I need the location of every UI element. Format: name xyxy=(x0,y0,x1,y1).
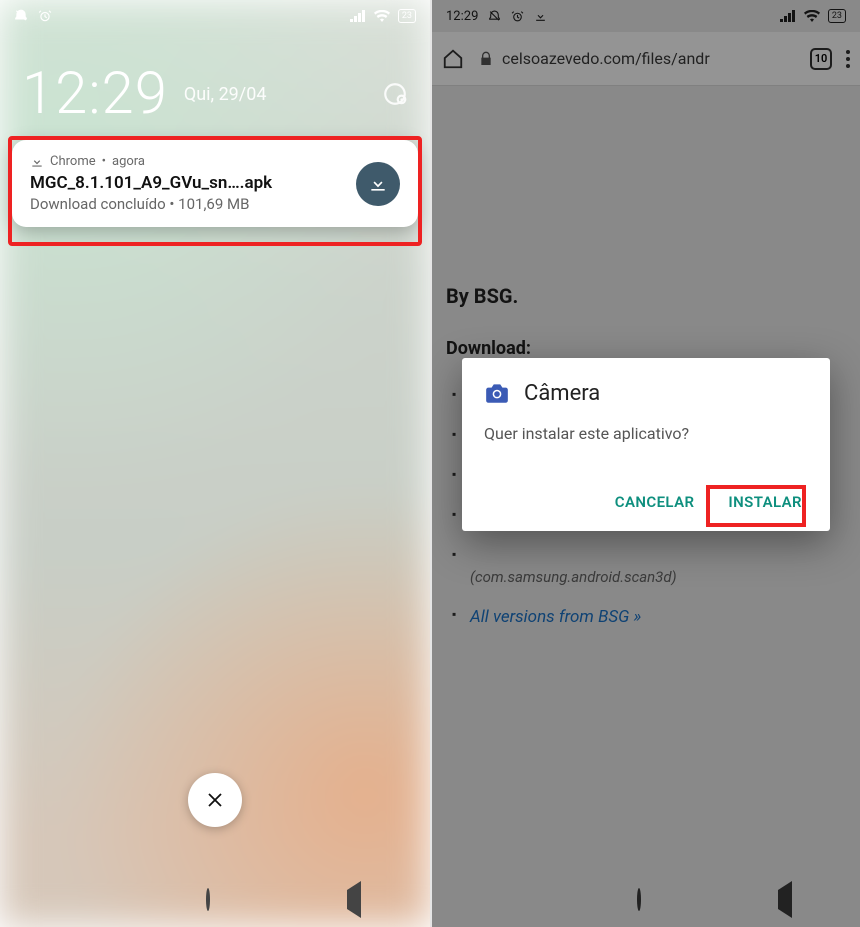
browser-pane: 12:29 23 xyxy=(430,0,860,927)
battery-level: 23 xyxy=(402,10,412,22)
notification-app: Chrome xyxy=(50,154,96,169)
navbar-left xyxy=(0,871,430,927)
notification-header: Chrome • agora xyxy=(30,154,344,169)
camera-icon xyxy=(484,380,510,406)
notification-title: MGC_8.1.101_A9_GVu_sn….apk xyxy=(30,173,344,193)
notification-content: Chrome • agora MGC_8.1.101_A9_GVu_sn….ap… xyxy=(30,154,344,213)
dismiss-notifications-button[interactable] xyxy=(188,773,242,827)
nav-back[interactable] xyxy=(347,890,361,909)
signal-icon xyxy=(350,10,366,22)
dialog-title-row: Câmera xyxy=(484,380,808,406)
nav-home[interactable] xyxy=(206,890,210,909)
notification-subtitle: Download concluído • 101,69 MB xyxy=(30,195,344,213)
lockscreen-clock: 12:29 xyxy=(22,60,168,128)
install-dialog: Câmera Quer instalar este aplicativo? CA… xyxy=(462,358,830,531)
download-icon xyxy=(30,155,44,169)
dialog-message: Quer instalar este aplicativo? xyxy=(484,424,808,443)
navbar-right xyxy=(432,871,860,927)
open-download-button[interactable] xyxy=(356,162,400,206)
lockscreen-clock-row: 12:29 Qui, 29/04 xyxy=(22,60,408,128)
alarm-icon xyxy=(38,9,52,23)
dialog-app-name: Câmera xyxy=(524,381,600,406)
cancel-button[interactable]: CANCELAR xyxy=(609,483,701,521)
dialog-actions: CANCELAR INSTALAR xyxy=(484,483,808,521)
nav-back[interactable] xyxy=(778,890,792,909)
download-notification[interactable]: Chrome • agora MGC_8.1.101_A9_GVu_sn….ap… xyxy=(12,140,418,227)
lockscreen-date: Qui, 29/04 xyxy=(184,84,267,105)
notification-when: agora xyxy=(112,154,145,169)
dnd-icon xyxy=(14,9,28,23)
notification-separator: • xyxy=(102,154,106,169)
statusbar-left: 23 xyxy=(0,0,430,32)
wifi-icon xyxy=(374,10,390,22)
smart-home-icon[interactable] xyxy=(382,81,408,107)
install-button[interactable]: INSTALAR xyxy=(722,483,808,521)
lockscreen-pane: 23 12:29 Qui, 29/04 Chrome • agora xyxy=(0,0,430,927)
lockscreen-overlay: 23 12:29 Qui, 29/04 Chrome • agora xyxy=(0,0,430,927)
nav-home[interactable] xyxy=(637,890,641,909)
battery-indicator: 23 xyxy=(398,9,416,23)
